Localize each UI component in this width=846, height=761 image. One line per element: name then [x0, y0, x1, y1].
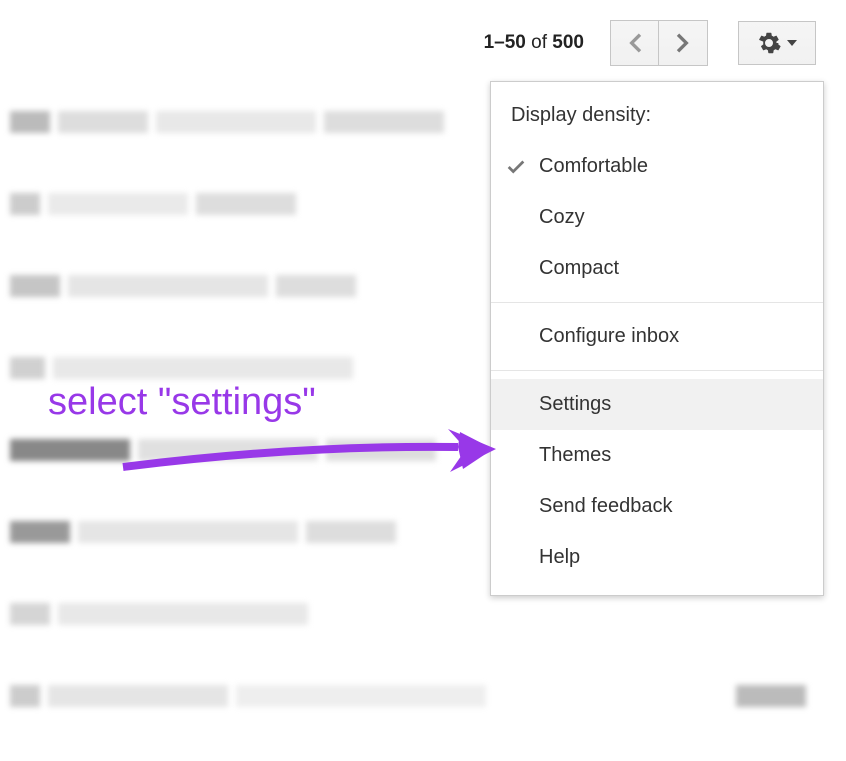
- caret-down-icon: [787, 40, 797, 46]
- chevron-left-icon: [628, 33, 642, 53]
- pagination-text: 1–50 of 500: [484, 32, 584, 54]
- check-icon: [505, 156, 527, 178]
- themes-label: Themes: [539, 444, 611, 467]
- menu-divider: [491, 370, 823, 371]
- send-feedback-label: Send feedback: [539, 495, 672, 518]
- settings-label: Settings: [539, 393, 611, 416]
- density-comfortable[interactable]: Comfortable: [491, 141, 823, 192]
- next-button[interactable]: [659, 21, 707, 65]
- pagination-total: 500: [552, 32, 584, 53]
- density-compact-label: Compact: [539, 257, 619, 280]
- settings-item[interactable]: Settings: [491, 379, 823, 430]
- density-cozy[interactable]: Cozy: [491, 192, 823, 243]
- gear-icon: [757, 31, 781, 55]
- help-label: Help: [539, 546, 580, 569]
- pagination-range: 1–50: [484, 32, 526, 53]
- themes-item[interactable]: Themes: [491, 430, 823, 481]
- display-density-label: Display density:: [491, 82, 823, 141]
- toolbar: 1–50 of 500: [0, 0, 846, 81]
- menu-divider: [491, 302, 823, 303]
- settings-gear-button[interactable]: [738, 21, 816, 65]
- chevron-right-icon: [676, 33, 690, 53]
- density-comfortable-label: Comfortable: [539, 155, 648, 178]
- send-feedback-item[interactable]: Send feedback: [491, 481, 823, 532]
- density-cozy-label: Cozy: [539, 206, 585, 229]
- density-compact[interactable]: Compact: [491, 243, 823, 294]
- prev-button[interactable]: [611, 21, 659, 65]
- pagination-nav: [610, 20, 708, 66]
- pagination-of: of: [531, 32, 547, 53]
- help-item[interactable]: Help: [491, 532, 823, 583]
- configure-inbox[interactable]: Configure inbox: [491, 311, 823, 362]
- configure-inbox-label: Configure inbox: [539, 325, 679, 348]
- settings-menu: Display density: Comfortable Cozy Compac…: [490, 81, 824, 596]
- content-area: Display density: Comfortable Cozy Compac…: [0, 81, 846, 761]
